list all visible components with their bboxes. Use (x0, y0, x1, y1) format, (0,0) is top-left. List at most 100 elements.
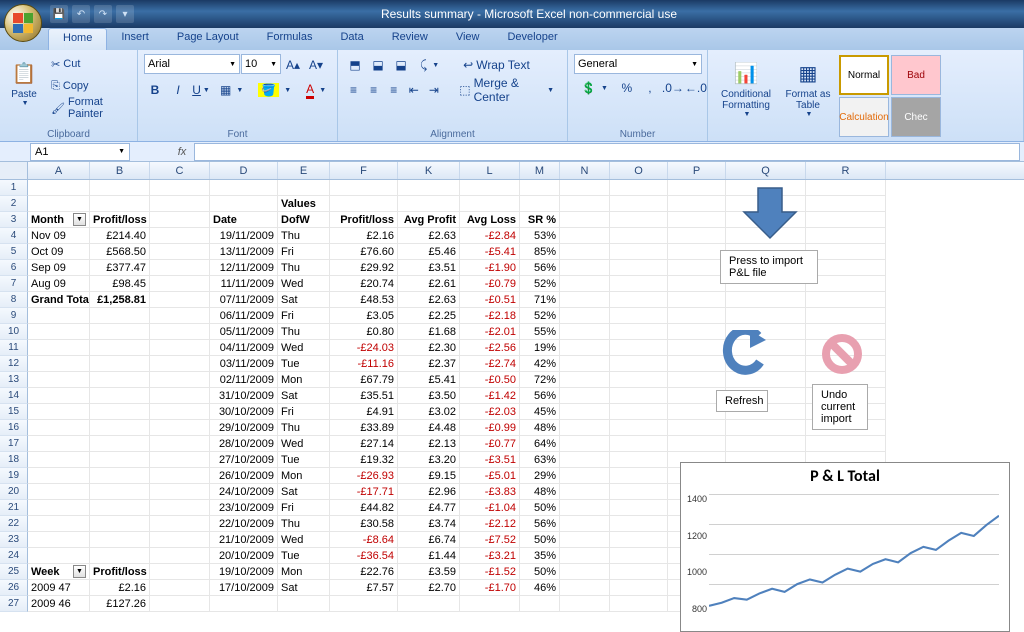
cell[interactable] (330, 196, 398, 212)
cell[interactable] (28, 532, 90, 548)
cell[interactable] (90, 548, 150, 564)
cell[interactable] (28, 340, 90, 356)
cell[interactable] (560, 340, 610, 356)
cell[interactable]: £5.41 (398, 372, 460, 388)
cell[interactable]: Thu (278, 324, 330, 340)
cell[interactable] (150, 212, 210, 228)
row-header[interactable]: 24 (0, 548, 28, 564)
cell[interactable]: 12/11/2009 (210, 260, 278, 276)
cell[interactable] (150, 436, 210, 452)
cell[interactable]: £2.16 (330, 228, 398, 244)
row-header[interactable]: 6 (0, 260, 28, 276)
align-top-button[interactable]: ⬒ (344, 54, 366, 76)
cell[interactable] (90, 420, 150, 436)
cell[interactable] (726, 292, 806, 308)
cell[interactable]: £568.50 (90, 244, 150, 260)
cell[interactable]: 24/10/2009 (210, 484, 278, 500)
cell[interactable]: Sat (278, 292, 330, 308)
cell[interactable]: 31/10/2009 (210, 388, 278, 404)
increase-indent-button[interactable]: ⇥ (424, 79, 443, 101)
cell[interactable] (150, 500, 210, 516)
cell[interactable] (90, 532, 150, 548)
cell[interactable]: £48.53 (330, 292, 398, 308)
conditional-formatting-button[interactable]: 📊 Conditional Formatting▼ (714, 54, 778, 124)
cell[interactable] (610, 500, 668, 516)
cell[interactable]: £127.26 (90, 596, 150, 612)
comma-format-button[interactable]: , (639, 77, 661, 99)
cell[interactable] (90, 196, 150, 212)
cell[interactable] (560, 500, 610, 516)
cell[interactable]: Thu (278, 516, 330, 532)
column-header[interactable]: Q (726, 162, 806, 179)
cell[interactable]: Profit/loss (330, 212, 398, 228)
cell[interactable]: -£7.52 (460, 532, 520, 548)
column-header[interactable]: F (330, 162, 398, 179)
cell[interactable]: 26/10/2009 (210, 468, 278, 484)
row-header[interactable]: 11 (0, 340, 28, 356)
cell[interactable]: -£0.50 (460, 372, 520, 388)
cell[interactable] (28, 452, 90, 468)
row-header[interactable]: 17 (0, 436, 28, 452)
cell[interactable]: £27.14 (330, 436, 398, 452)
tab-page-layout[interactable]: Page Layout (163, 28, 253, 50)
cell-style-calculation[interactable]: Calculation (839, 97, 889, 137)
cell[interactable] (610, 532, 668, 548)
cell[interactable] (610, 468, 668, 484)
cell[interactable] (560, 436, 610, 452)
cell[interactable] (560, 292, 610, 308)
cell[interactable] (210, 180, 278, 196)
cell[interactable]: 06/11/2009 (210, 308, 278, 324)
column-header[interactable]: B (90, 162, 150, 179)
row-header[interactable]: 25 (0, 564, 28, 580)
cell[interactable] (150, 516, 210, 532)
cut-button[interactable]: ✂Cut (46, 54, 131, 74)
column-header[interactable]: A (28, 162, 90, 179)
cell[interactable]: £2.25 (398, 308, 460, 324)
cell[interactable] (610, 388, 668, 404)
cell[interactable]: 56% (520, 516, 560, 532)
cell[interactable] (668, 420, 726, 436)
cell[interactable] (610, 372, 668, 388)
cell[interactable] (610, 564, 668, 580)
cell[interactable] (668, 260, 726, 276)
cell[interactable]: Tue (278, 356, 330, 372)
cell[interactable]: £6.74 (398, 532, 460, 548)
cell[interactable]: £2.13 (398, 436, 460, 452)
cell[interactable] (398, 596, 460, 612)
cell[interactable]: -£5.41 (460, 244, 520, 260)
cell[interactable]: -£3.21 (460, 548, 520, 564)
cell[interactable] (520, 180, 560, 196)
cell[interactable]: Fri (278, 244, 330, 260)
cell[interactable]: £1,258.81 (90, 292, 150, 308)
cell[interactable]: 45% (520, 404, 560, 420)
cell[interactable] (560, 596, 610, 612)
column-header[interactable]: O (610, 162, 668, 179)
office-button[interactable] (4, 4, 42, 42)
cell[interactable] (28, 500, 90, 516)
cell[interactable] (460, 180, 520, 196)
cell[interactable] (610, 276, 668, 292)
cell[interactable] (460, 596, 520, 612)
cell[interactable] (806, 244, 886, 260)
cell[interactable]: -£2.03 (460, 404, 520, 420)
cell[interactable]: £2.30 (398, 340, 460, 356)
cell[interactable] (150, 260, 210, 276)
cell[interactable]: -£0.99 (460, 420, 520, 436)
cell[interactable]: £9.15 (398, 468, 460, 484)
cell[interactable] (610, 196, 668, 212)
align-bottom-button[interactable]: ⬓ (390, 54, 412, 76)
column-header[interactable]: D (210, 162, 278, 179)
cell[interactable]: £3.50 (398, 388, 460, 404)
cell[interactable]: Wed (278, 276, 330, 292)
cell[interactable] (806, 260, 886, 276)
percent-format-button[interactable]: % (616, 77, 638, 99)
cell[interactable] (668, 340, 726, 356)
cell[interactable]: Fri (278, 404, 330, 420)
cell[interactable]: Thu (278, 260, 330, 276)
cell[interactable]: Fri (278, 500, 330, 516)
cell[interactable]: Wed (278, 436, 330, 452)
name-box[interactable]: A1▼ (30, 143, 130, 161)
cell[interactable] (150, 564, 210, 580)
cell[interactable] (668, 436, 726, 452)
row-header[interactable]: 23 (0, 532, 28, 548)
